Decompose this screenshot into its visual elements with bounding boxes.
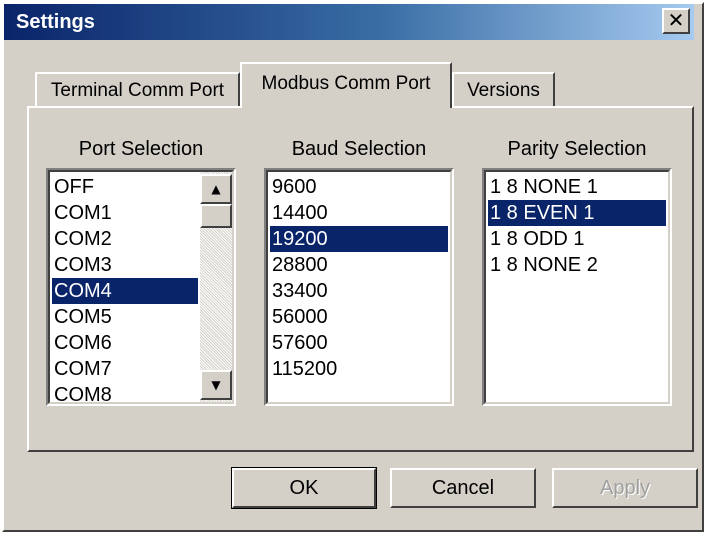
list-item[interactable]: 1 8 ODD 1 bbox=[488, 226, 666, 252]
baud-list-items: 9600 14400 19200 28800 33400 56000 57600 115200 bbox=[270, 174, 448, 382]
down-arrow-icon: ▼ bbox=[211, 378, 221, 392]
list-item[interactable]: 14400 bbox=[270, 200, 448, 226]
list-item[interactable]: 57600 bbox=[270, 330, 448, 356]
parity-list-items: 1 8 NONE 11 8 EVEN 11 8 ODD 11 8 NONE 2 bbox=[488, 174, 666, 278]
port-listbox-border: OFF COM1 COM2 COM3 COM4 COM5 COM6 COM7 COM8 ▲ ▼ bbox=[48, 170, 234, 404]
list-item[interactable]: COM6 bbox=[52, 330, 198, 356]
ok-button[interactable]: OK bbox=[231, 467, 377, 509]
list-item[interactable]: 1 8 NONE 2 bbox=[488, 252, 666, 278]
tab-versions[interactable]: Versions bbox=[452, 72, 555, 106]
baud-listbox[interactable]: 9600 14400 19200 28800 33400 56000 57600 115200 bbox=[264, 168, 454, 406]
close-icon: ✕ bbox=[667, 8, 685, 32]
list-item[interactable]: COM2 bbox=[52, 226, 198, 252]
list-item[interactable]: 1 8 NONE 1 bbox=[488, 174, 666, 200]
tab-label: Versions bbox=[467, 80, 540, 101]
port-selection-label: Port Selection bbox=[78, 138, 204, 160]
scroll-down-button[interactable]: ▼ bbox=[200, 370, 232, 400]
list-item[interactable]: COM3 bbox=[52, 252, 198, 278]
port-listbox[interactable]: OFF COM1 COM2 COM3 COM4 COM5 COM6 COM7 COM8 ▲ ▼ bbox=[46, 168, 236, 406]
list-item[interactable]: COM5 bbox=[52, 304, 198, 330]
close-button[interactable]: ✕ bbox=[662, 8, 690, 34]
list-item[interactable]: COM8 bbox=[52, 382, 198, 404]
list-item[interactable]: 28800 bbox=[270, 252, 448, 278]
cancel-button[interactable]: Cancel bbox=[390, 468, 536, 508]
tab-label: Terminal Comm Port bbox=[50, 80, 225, 101]
scroll-up-button[interactable]: ▲ bbox=[200, 174, 232, 204]
parity-listbox-border: 1 8 NONE 11 8 EVEN 11 8 ODD 11 8 NONE 2 bbox=[484, 170, 670, 404]
tab-terminal-comm-port[interactable]: Terminal Comm Port bbox=[35, 72, 240, 106]
baud-selection-label: Baud Selection bbox=[291, 138, 427, 160]
baud-listbox-border: 9600 14400 19200 28800 33400 56000 57600 115200 bbox=[266, 170, 452, 404]
port-scrollbar[interactable]: ▲ ▼ bbox=[200, 172, 232, 402]
list-item[interactable]: 19200 bbox=[270, 226, 448, 252]
scroll-thumb[interactable] bbox=[200, 204, 232, 228]
list-item[interactable]: COM7 bbox=[52, 356, 198, 382]
parity-listbox[interactable]: 1 8 NONE 11 8 EVEN 11 8 ODD 11 8 NONE 2 bbox=[482, 168, 672, 406]
window-title: Settings bbox=[16, 11, 95, 33]
list-item[interactable]: 56000 bbox=[270, 304, 448, 330]
port-list-items: OFF COM1 COM2 COM3 COM4 COM5 COM6 COM7 COM8 bbox=[52, 174, 198, 404]
up-arrow-icon: ▲ bbox=[211, 182, 221, 196]
tab-modbus-comm-port[interactable]: Modbus Comm Port bbox=[240, 62, 452, 108]
list-item[interactable]: OFF bbox=[52, 174, 198, 200]
title-bar[interactable]: Settings ✕ bbox=[4, 4, 694, 40]
list-item[interactable]: COM1 bbox=[52, 200, 198, 226]
parity-selection-label: Parity Selection bbox=[507, 138, 647, 160]
apply-button[interactable]: Apply bbox=[552, 468, 698, 508]
list-item[interactable]: 115200 bbox=[270, 356, 448, 382]
list-item[interactable]: 9600 bbox=[270, 174, 448, 200]
list-item[interactable]: 1 8 EVEN 1 bbox=[488, 200, 666, 226]
list-item[interactable]: COM4 bbox=[52, 278, 198, 304]
tab-label: Modbus Comm Port bbox=[261, 73, 431, 94]
list-item[interactable]: 33400 bbox=[270, 278, 448, 304]
